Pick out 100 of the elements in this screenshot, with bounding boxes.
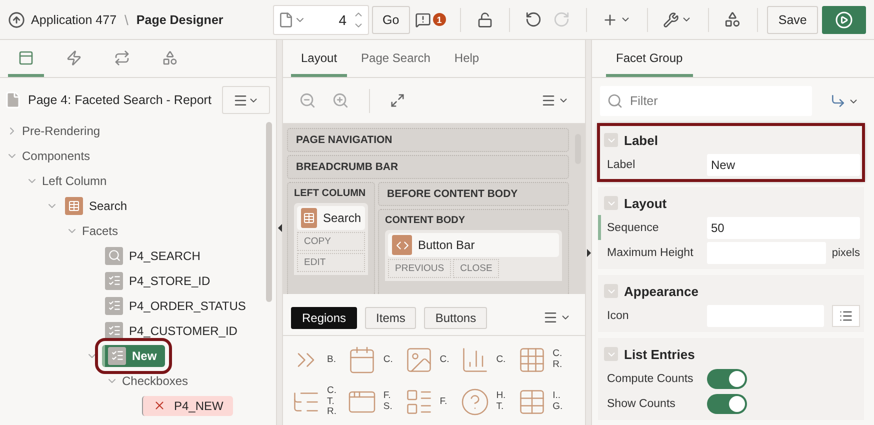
- tree-node[interactable]: Pre-Rendering: [22, 124, 100, 138]
- rendering-icon: [18, 50, 34, 66]
- list-icon: [839, 308, 853, 322]
- count-badge: 1: [432, 13, 446, 26]
- error-icon: [153, 399, 166, 412]
- arrow-icon: [830, 93, 846, 109]
- search-icon: [105, 246, 123, 264]
- property-field[interactable]: New: [707, 154, 860, 176]
- zone-title: LEFT COLUMN: [294, 188, 367, 199]
- gallery-tab[interactable]: Buttons: [424, 306, 488, 328]
- warning-icon: [414, 12, 431, 28]
- group-title: List Entries: [624, 346, 695, 362]
- region-title: Search: [322, 211, 361, 225]
- play-icon: [834, 10, 853, 28]
- checklist-icon: [105, 296, 123, 314]
- scrollbar[interactable]: [266, 122, 272, 302]
- page-icon[interactable]: [278, 12, 294, 28]
- property-label: Show Counts: [607, 398, 676, 410]
- panel-tab[interactable]: Help: [444, 41, 490, 77]
- layout-zone[interactable]: BEFORE CONTENT BODY: [378, 182, 569, 206]
- menu-button[interactable]: [222, 86, 270, 114]
- property-label: Maximum Height: [607, 246, 694, 258]
- region-type-label: H. T.: [496, 391, 506, 413]
- processing-icon: [114, 50, 130, 66]
- tree-node[interactable]: Facets: [82, 224, 118, 238]
- property-label: Sequence: [607, 222, 660, 234]
- gallery-tab[interactable]: Items: [365, 306, 416, 328]
- layout-zone[interactable]: PAGE NAVIGATION: [287, 128, 569, 152]
- code-icon: [392, 235, 412, 255]
- menu-icon: [543, 310, 558, 325]
- button-slot[interactable]: PREVIOUS: [388, 259, 452, 278]
- region-type-label: I.. G.: [552, 391, 563, 413]
- region-title: Button Bar: [418, 238, 475, 252]
- breadcrumb-link[interactable]: Application 477: [31, 12, 117, 26]
- tree-node[interactable]: Components: [22, 148, 90, 162]
- region-type-label: C.: [440, 354, 450, 366]
- layout-zone[interactable]: BREADCRUMB BAR: [287, 155, 569, 179]
- page-icon: [4, 91, 22, 109]
- unit-label: pixels: [832, 246, 860, 258]
- group-title: Layout: [624, 196, 667, 210]
- property-label: Icon: [607, 310, 630, 322]
- tree-item[interactable]: P4_SEARCH: [102, 244, 208, 266]
- search-icon: [607, 93, 623, 109]
- tree-item[interactable]: P4_ORDER_STATUS: [102, 294, 254, 316]
- region-type-label: F.: [440, 396, 448, 408]
- menu-icon: [541, 93, 556, 108]
- page-title: Page Designer: [136, 12, 224, 26]
- region-card[interactable]: Search COPY EDIT: [294, 203, 368, 275]
- tree-node[interactable]: Left Column: [42, 174, 107, 188]
- tree-item[interactable]: P4_CUSTOMER_ID: [102, 320, 246, 342]
- filter-field[interactable]: Filter: [600, 86, 812, 116]
- page-node[interactable]: Page 4: Faceted Search - Report: [28, 93, 216, 107]
- property-label: Label: [607, 158, 636, 170]
- tree-item[interactable]: P4_NEW: [142, 396, 234, 416]
- tree-node[interactable]: Checkboxes: [122, 374, 188, 388]
- save-button[interactable]: Save: [767, 6, 818, 34]
- expand-icon[interactable]: [390, 93, 405, 108]
- tree-item[interactable]: P4_STORE_ID: [102, 270, 218, 292]
- region-type-label: C. R.: [552, 349, 562, 371]
- collapse-arrow-icon[interactable]: [278, 224, 282, 232]
- region-icon: [65, 196, 83, 214]
- checklist-icon: [108, 346, 126, 364]
- panel-tab[interactable]: Facet Group: [606, 41, 693, 77]
- group-title: Appearance: [624, 284, 698, 298]
- panel-tab[interactable]: Page Search: [351, 41, 440, 77]
- panel-tab[interactable]: Layout: [291, 41, 348, 77]
- menu-icon: [233, 92, 248, 108]
- region-type-label: C. T. R.: [327, 386, 336, 418]
- toggle-switch[interactable]: [707, 368, 747, 388]
- region-card[interactable]: Button Bar PREVIOUS CLOSE: [385, 230, 562, 281]
- run-button[interactable]: [822, 6, 866, 34]
- button-slot[interactable]: EDIT: [297, 253, 365, 272]
- wrench-icon: [663, 12, 680, 28]
- region-type-label: C.: [383, 354, 393, 366]
- zoom-in-icon[interactable]: [332, 92, 349, 109]
- property-field[interactable]: 50: [707, 216, 860, 238]
- go-button[interactable]: Go: [372, 6, 410, 34]
- page-number[interactable]: 4: [306, 12, 353, 28]
- button-slot[interactable]: CLOSE: [453, 259, 500, 278]
- shared-icon: [162, 50, 178, 66]
- region-type-label: F. S.: [383, 391, 392, 413]
- warning-button[interactable]: 1: [410, 6, 450, 34]
- zoom-out-icon[interactable]: [299, 92, 316, 109]
- region-type-label: C.: [496, 354, 506, 366]
- toggle-switch[interactable]: [707, 394, 747, 414]
- page-selector[interactable]: 4: [273, 4, 369, 34]
- icon-picker-button[interactable]: [832, 304, 860, 326]
- property-label: Compute Counts: [607, 372, 694, 384]
- checklist-icon: [105, 322, 123, 340]
- dynamic-icon: [66, 50, 82, 66]
- tree-item[interactable]: Search: [62, 194, 136, 216]
- up-icon[interactable]: [8, 10, 26, 30]
- breadcrumb-separator: \: [124, 12, 128, 28]
- collapse-arrow-icon[interactable]: [586, 248, 590, 256]
- button-slot[interactable]: COPY: [297, 232, 365, 251]
- group-title: Label: [624, 132, 658, 148]
- table-icon: [301, 208, 317, 228]
- zone-title: CONTENT BODY: [385, 215, 466, 226]
- gallery-tab[interactable]: Regions: [291, 306, 358, 328]
- region-type-icon[interactable]: [460, 387, 490, 417]
